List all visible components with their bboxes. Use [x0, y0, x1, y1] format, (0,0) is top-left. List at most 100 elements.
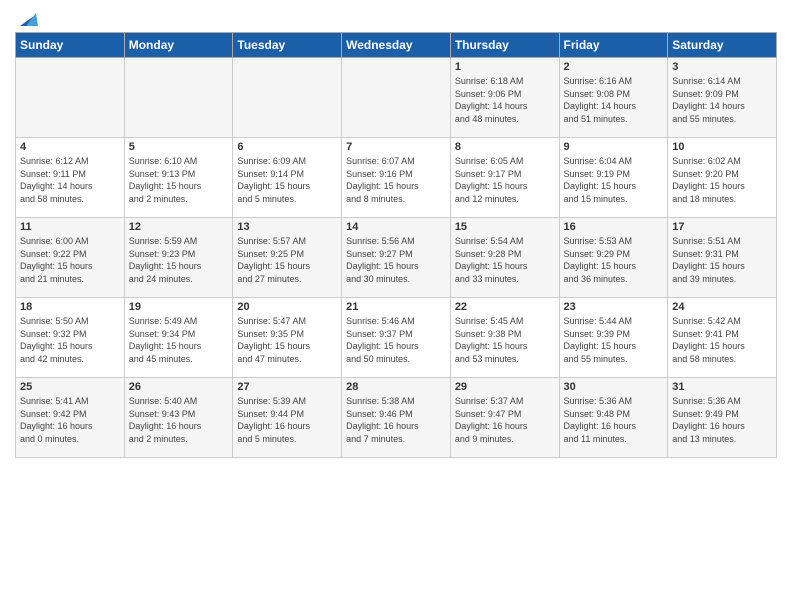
day-info: Sunrise: 6:18 AM Sunset: 9:06 PM Dayligh…: [455, 75, 555, 125]
day-cell: 14Sunrise: 5:56 AM Sunset: 9:27 PM Dayli…: [342, 218, 451, 298]
day-cell: 18Sunrise: 5:50 AM Sunset: 9:32 PM Dayli…: [16, 298, 125, 378]
day-number: 16: [564, 221, 664, 233]
logo: [15, 10, 38, 24]
day-number: 8: [455, 141, 555, 153]
day-cell: 10 Sunrise: 6:02 AM Sunset: 9:20 PM Dayli…: [668, 138, 777, 218]
day-number: 15: [455, 221, 555, 233]
day-info: Sunrise: 5:40 AM Sunset: 9:43 PM Dayligh…: [129, 395, 229, 445]
day-cell: 31 Sunrise: 5:36 AM Sunset: 9:49 PM Dayli…: [668, 378, 777, 458]
weekday-header-friday: Friday: [559, 33, 668, 58]
day-info: Sunrise: 5:36 AM Sunset: 9:48 PM Dayligh…: [564, 395, 664, 445]
day-number: 11: [20, 221, 120, 233]
day-cell: [342, 58, 451, 138]
day-info: Sunrise: 5:57 AM Sunset: 9:25 PM Dayligh…: [237, 235, 337, 285]
day-number: 1: [455, 61, 555, 73]
day-number: 23: [564, 301, 664, 313]
day-info: Sunrise: 6:02 AM Sunset: 9:20 PM Dayligh…: [672, 155, 772, 205]
day-number: 31: [672, 381, 772, 393]
day-cell: 28 Sunrise: 5:38 AM Sunset: 9:46 PM Dayli…: [342, 378, 451, 458]
day-number: 25: [20, 381, 120, 393]
weekday-header-row: SundayMondayTuesdayWednesdayThursdayFrid…: [16, 33, 777, 58]
day-info: Sunrise: 5:45 AM Sunset: 9:38 PM Dayligh…: [455, 315, 555, 365]
day-number: 21: [346, 301, 446, 313]
day-number: 6: [237, 141, 337, 153]
weekday-header-monday: Monday: [124, 33, 233, 58]
day-info: Sunrise: 6:12 AM Sunset: 9:11 PM Dayligh…: [20, 155, 120, 205]
day-number: 2: [564, 61, 664, 73]
week-row-2: 4 Sunrise: 6:12 AM Sunset: 9:11 PM Daylig…: [16, 138, 777, 218]
day-cell: 1 Sunrise: 6:18 AM Sunset: 9:06 PM Daylig…: [450, 58, 559, 138]
day-info: Sunrise: 5:39 AM Sunset: 9:44 PM Dayligh…: [237, 395, 337, 445]
header: [15, 10, 777, 24]
day-cell: 30 Sunrise: 5:36 AM Sunset: 9:48 PM Dayli…: [559, 378, 668, 458]
day-info: Sunrise: 6:07 AM Sunset: 9:16 PM Dayligh…: [346, 155, 446, 205]
day-number: 28: [346, 381, 446, 393]
day-info: Sunrise: 5:44 AM Sunset: 9:39 PM Dayligh…: [564, 315, 664, 365]
day-info: Sunrise: 5:49 AM Sunset: 9:34 PM Dayligh…: [129, 315, 229, 365]
day-cell: 13Sunrise: 5:57 AM Sunset: 9:25 PM Dayli…: [233, 218, 342, 298]
day-cell: 15 Sunrise: 5:54 AM Sunset: 9:28 PM Dayli…: [450, 218, 559, 298]
week-row-5: 25 Sunrise: 5:41 AM Sunset: 9:42 PM Dayli…: [16, 378, 777, 458]
day-info: Sunrise: 5:47 AM Sunset: 9:35 PM Dayligh…: [237, 315, 337, 365]
day-cell: 25 Sunrise: 5:41 AM Sunset: 9:42 PM Dayli…: [16, 378, 125, 458]
day-number: 5: [129, 141, 229, 153]
day-cell: 17 Sunrise: 5:51 AM Sunset: 9:31 PM Dayli…: [668, 218, 777, 298]
day-cell: 5 Sunrise: 6:10 AM Sunset: 9:13 PM Daylig…: [124, 138, 233, 218]
week-row-4: 18Sunrise: 5:50 AM Sunset: 9:32 PM Dayli…: [16, 298, 777, 378]
day-number: 3: [672, 61, 772, 73]
logo-icon: [16, 8, 38, 30]
day-number: 14: [346, 221, 446, 233]
day-info: Sunrise: 5:51 AM Sunset: 9:31 PM Dayligh…: [672, 235, 772, 285]
day-info: Sunrise: 6:00 AM Sunset: 9:22 PM Dayligh…: [20, 235, 120, 285]
day-info: Sunrise: 5:41 AM Sunset: 9:42 PM Dayligh…: [20, 395, 120, 445]
day-info: Sunrise: 5:50 AM Sunset: 9:32 PM Dayligh…: [20, 315, 120, 365]
week-row-1: 1 Sunrise: 6:18 AM Sunset: 9:06 PM Daylig…: [16, 58, 777, 138]
day-cell: 9 Sunrise: 6:04 AM Sunset: 9:19 PM Daylig…: [559, 138, 668, 218]
day-cell: 16 Sunrise: 5:53 AM Sunset: 9:29 PM Dayli…: [559, 218, 668, 298]
day-info: Sunrise: 6:04 AM Sunset: 9:19 PM Dayligh…: [564, 155, 664, 205]
weekday-header-saturday: Saturday: [668, 33, 777, 58]
day-cell: 2 Sunrise: 6:16 AM Sunset: 9:08 PM Daylig…: [559, 58, 668, 138]
day-info: Sunrise: 6:16 AM Sunset: 9:08 PM Dayligh…: [564, 75, 664, 125]
day-cell: 24 Sunrise: 5:42 AM Sunset: 9:41 PM Dayli…: [668, 298, 777, 378]
day-cell: 8 Sunrise: 6:05 AM Sunset: 9:17 PM Daylig…: [450, 138, 559, 218]
day-info: Sunrise: 5:46 AM Sunset: 9:37 PM Dayligh…: [346, 315, 446, 365]
day-cell: 19 Sunrise: 5:49 AM Sunset: 9:34 PM Dayli…: [124, 298, 233, 378]
day-info: Sunrise: 5:59 AM Sunset: 9:23 PM Dayligh…: [129, 235, 229, 285]
day-number: 30: [564, 381, 664, 393]
day-number: 20: [237, 301, 337, 313]
day-number: 26: [129, 381, 229, 393]
day-number: 24: [672, 301, 772, 313]
day-number: 12: [129, 221, 229, 233]
week-row-3: 11 Sunrise: 6:00 AM Sunset: 9:22 PM Dayli…: [16, 218, 777, 298]
day-number: 7: [346, 141, 446, 153]
day-number: 17: [672, 221, 772, 233]
day-cell: 6 Sunrise: 6:09 AM Sunset: 9:14 PM Daylig…: [233, 138, 342, 218]
day-cell: 21 Sunrise: 5:46 AM Sunset: 9:37 PM Dayli…: [342, 298, 451, 378]
weekday-header-tuesday: Tuesday: [233, 33, 342, 58]
day-info: Sunrise: 5:37 AM Sunset: 9:47 PM Dayligh…: [455, 395, 555, 445]
day-cell: [233, 58, 342, 138]
day-cell: 12 Sunrise: 5:59 AM Sunset: 9:23 PM Dayli…: [124, 218, 233, 298]
day-info: Sunrise: 6:10 AM Sunset: 9:13 PM Dayligh…: [129, 155, 229, 205]
day-number: 4: [20, 141, 120, 153]
page-container: SundayMondayTuesdayWednesdayThursdayFrid…: [0, 0, 792, 463]
day-info: Sunrise: 5:53 AM Sunset: 9:29 PM Dayligh…: [564, 235, 664, 285]
day-number: 19: [129, 301, 229, 313]
day-info: Sunrise: 5:54 AM Sunset: 9:28 PM Dayligh…: [455, 235, 555, 285]
day-info: Sunrise: 6:09 AM Sunset: 9:14 PM Dayligh…: [237, 155, 337, 205]
day-info: Sunrise: 5:42 AM Sunset: 9:41 PM Dayligh…: [672, 315, 772, 365]
day-info: Sunrise: 5:38 AM Sunset: 9:46 PM Dayligh…: [346, 395, 446, 445]
weekday-header-sunday: Sunday: [16, 33, 125, 58]
day-number: 22: [455, 301, 555, 313]
day-cell: 23 Sunrise: 5:44 AM Sunset: 9:39 PM Dayli…: [559, 298, 668, 378]
day-cell: 7 Sunrise: 6:07 AM Sunset: 9:16 PM Daylig…: [342, 138, 451, 218]
day-cell: [124, 58, 233, 138]
day-number: 9: [564, 141, 664, 153]
day-number: 29: [455, 381, 555, 393]
day-number: 10: [672, 141, 772, 153]
day-info: Sunrise: 5:36 AM Sunset: 9:49 PM Dayligh…: [672, 395, 772, 445]
day-cell: 27Sunrise: 5:39 AM Sunset: 9:44 PM Dayli…: [233, 378, 342, 458]
day-info: Sunrise: 6:05 AM Sunset: 9:17 PM Dayligh…: [455, 155, 555, 205]
day-cell: 3Sunrise: 6:14 AM Sunset: 9:09 PM Daylig…: [668, 58, 777, 138]
